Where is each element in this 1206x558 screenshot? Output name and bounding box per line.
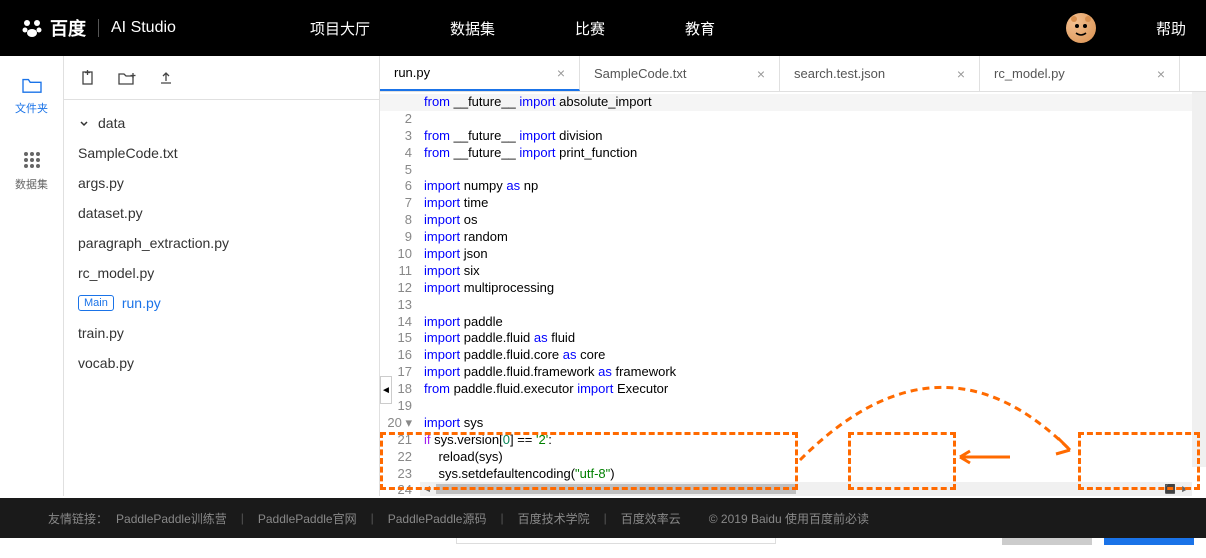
file-tree: data SampleCode.txt args.py dataset.py p… [64, 100, 379, 386]
footer-link[interactable]: PaddlePaddle官网 [258, 510, 357, 527]
close-icon[interactable]: × [757, 66, 765, 82]
tab-rcmodel[interactable]: rc_model.py× [980, 56, 1180, 91]
tree-file[interactable]: rc_model.py [74, 258, 369, 288]
tree-file-active[interactable]: Main run.py [74, 288, 369, 318]
folder-icon [21, 76, 43, 94]
help-link[interactable]: 帮助 [1156, 18, 1186, 39]
brand-main: 百度 [50, 15, 86, 41]
brand-divider [98, 19, 99, 37]
upload-icon[interactable] [158, 70, 174, 86]
folder-label: data [98, 115, 125, 131]
tree-file[interactable]: SampleCode.txt [74, 138, 369, 168]
tree-file[interactable]: dataset.py [74, 198, 369, 228]
baidu-logo[interactable]: 百度 [20, 15, 86, 41]
footer-copyright: © 2019 Baidu 使用百度前必读 [709, 510, 869, 527]
main-area: 文件夹 数据集 data SampleCode.txt args.py data… [0, 56, 1206, 496]
sidebar-files-label: 文件夹 [15, 100, 48, 116]
footer-prefix: 友情链接： [48, 510, 108, 527]
sidebar-files[interactable]: 文件夹 [15, 76, 48, 116]
editor-tabs: run.py× SampleCode.txt× search.test.json… [380, 56, 1206, 92]
footer-link[interactable]: 百度效率云 [621, 510, 681, 527]
nav-projects[interactable]: 项目大厅 [310, 18, 370, 39]
nav-competition[interactable]: 比赛 [575, 18, 605, 39]
new-file-icon[interactable] [80, 70, 96, 86]
footer: 友情链接： PaddlePaddle训练营| PaddlePaddle官网| P… [0, 498, 1206, 538]
horizontal-scrollbar[interactable]: ◄⬛► [420, 482, 1192, 496]
tree-file[interactable]: train.py [74, 318, 369, 348]
left-sidebar: 文件夹 数据集 [0, 56, 64, 496]
new-folder-icon[interactable] [118, 71, 136, 85]
panel-collapse-handle[interactable]: ◄ [380, 376, 392, 404]
close-icon[interactable]: × [557, 65, 565, 81]
file-toolbar [64, 56, 379, 100]
logo-area: 百度 AI Studio [20, 15, 280, 41]
tree-file[interactable]: paragraph_extraction.py [74, 228, 369, 258]
footer-link[interactable]: 百度技术学院 [518, 510, 590, 527]
tab-run-py[interactable]: run.py× [380, 56, 580, 91]
tree-file[interactable]: vocab.py [74, 348, 369, 378]
nav-education[interactable]: 教育 [685, 18, 715, 39]
close-icon[interactable]: × [1157, 66, 1165, 82]
tree-folder-data[interactable]: data [74, 108, 369, 138]
tree-file[interactable]: args.py [74, 168, 369, 198]
main-badge: Main [78, 295, 114, 311]
tab-search-json[interactable]: search.test.json× [780, 56, 980, 91]
code-editor[interactable]: 1234567891011121314151617181920 ▾2122232… [380, 92, 1206, 496]
footer-link[interactable]: PaddlePaddle源码 [388, 510, 487, 527]
grid-dots-icon [22, 150, 42, 170]
brand-sub: AI Studio [111, 19, 176, 37]
close-icon[interactable]: × [957, 66, 965, 82]
sidebar-dataset[interactable]: 数据集 [15, 150, 48, 192]
file-panel: data SampleCode.txt args.py dataset.py p… [64, 56, 380, 496]
sidebar-dataset-label: 数据集 [15, 176, 48, 192]
nav-datasets[interactable]: 数据集 [450, 18, 495, 39]
main-nav: 项目大厅 数据集 比赛 教育 [310, 18, 715, 39]
tab-samplecode[interactable]: SampleCode.txt× [580, 56, 780, 91]
line-gutter: 1234567891011121314151617181920 ▾2122232… [380, 92, 420, 496]
chevron-down-icon [78, 117, 90, 129]
code-content[interactable]: from __future__ import absolute_import f… [420, 92, 1206, 496]
paw-icon [20, 16, 44, 40]
user-avatar[interactable] [1066, 13, 1096, 43]
top-bar: 百度 AI Studio 项目大厅 数据集 比赛 教育 帮助 [0, 0, 1206, 56]
editor-area: run.py× SampleCode.txt× search.test.json… [380, 56, 1206, 496]
footer-link[interactable]: PaddlePaddle训练营 [116, 510, 227, 527]
vertical-scrollbar[interactable] [1192, 92, 1206, 467]
